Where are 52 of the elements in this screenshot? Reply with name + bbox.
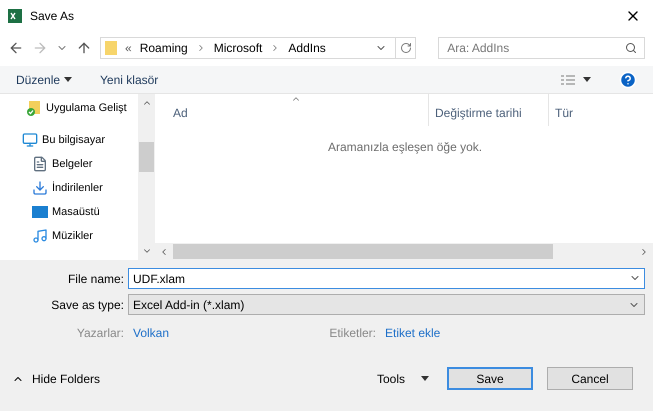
file-type-dropdown[interactable]: Excel Add-in (*.xlam) xyxy=(128,294,645,315)
file-name-field[interactable]: UDF.xlam xyxy=(128,268,645,289)
down-arrow-icon xyxy=(32,180,48,196)
field-label: Save as type: xyxy=(50,296,124,314)
tools-menu-button[interactable]: Tools xyxy=(376,370,429,388)
horizontal-scrollbar[interactable] xyxy=(155,243,653,260)
caret-down-icon xyxy=(583,77,591,82)
field-label: File name: xyxy=(66,270,124,288)
sidebar-item[interactable]: Belgeler xyxy=(52,156,92,172)
sidebar-scrollbar[interactable] xyxy=(138,94,155,260)
list-view-icon xyxy=(561,74,575,84)
breadcrumb[interactable]: Microsoft xyxy=(214,39,262,57)
column-header[interactable]: Değiştirme tarihi xyxy=(429,94,549,126)
new-folder-button[interactable]: Yeni klasör xyxy=(100,70,158,88)
computer-icon xyxy=(22,132,38,148)
column-header[interactable]: Ad xyxy=(155,94,429,126)
sidebar-item[interactable]: Müzikler xyxy=(52,228,93,244)
hide-folders-button[interactable]: Hide Folders xyxy=(12,370,100,388)
search-field[interactable]: Ara: AddIns xyxy=(438,37,645,59)
scrollbar-thumb[interactable] xyxy=(173,244,553,259)
folder-icon xyxy=(105,41,117,55)
scrollbar-thumb[interactable] xyxy=(139,142,154,172)
view-options-button[interactable] xyxy=(561,74,591,84)
folder-check-icon xyxy=(26,100,42,116)
organize-menu-button[interactable]: Düzenle xyxy=(16,70,72,88)
sidebar-item[interactable]: Bu bilgisayar xyxy=(42,132,105,148)
caret-down-icon xyxy=(421,376,429,381)
sidebar-item[interactable]: İndirilenler xyxy=(52,180,103,196)
breadcrumb[interactable]: AddIns xyxy=(288,39,326,57)
caret-down-icon xyxy=(64,77,72,82)
document-icon xyxy=(32,156,48,172)
field-label: Yazarlar: xyxy=(76,325,124,342)
address-bar[interactable]: « Roaming Microsoft AddIns xyxy=(100,37,416,59)
cancel-button[interactable]: Cancel xyxy=(547,367,633,390)
sidebar-item[interactable]: Masaüstü xyxy=(52,204,100,220)
overflow-chevron[interactable]: « xyxy=(125,39,132,57)
back-button[interactable] xyxy=(8,40,24,56)
spreadsheet-app-icon xyxy=(8,9,22,23)
up-button[interactable] xyxy=(76,40,92,56)
music-note-icon xyxy=(32,228,48,244)
window-title: Save As xyxy=(30,8,74,25)
refresh-icon[interactable] xyxy=(400,42,412,54)
authors-link[interactable]: Volkan xyxy=(133,324,318,342)
help-icon[interactable] xyxy=(619,70,637,88)
save-button[interactable]: Save xyxy=(447,367,533,390)
sidebar-item[interactable]: Uygulama Gelişt xyxy=(46,100,127,116)
field-label: Etiketler: xyxy=(328,325,376,342)
breadcrumb[interactable]: Roaming xyxy=(140,39,188,57)
search-icon xyxy=(625,42,637,54)
tags-link[interactable]: Etiket ekle xyxy=(385,324,440,342)
empty-message: Aramanızla eşleşen öğe yok. xyxy=(328,140,482,154)
column-header[interactable]: Tür xyxy=(549,94,653,126)
